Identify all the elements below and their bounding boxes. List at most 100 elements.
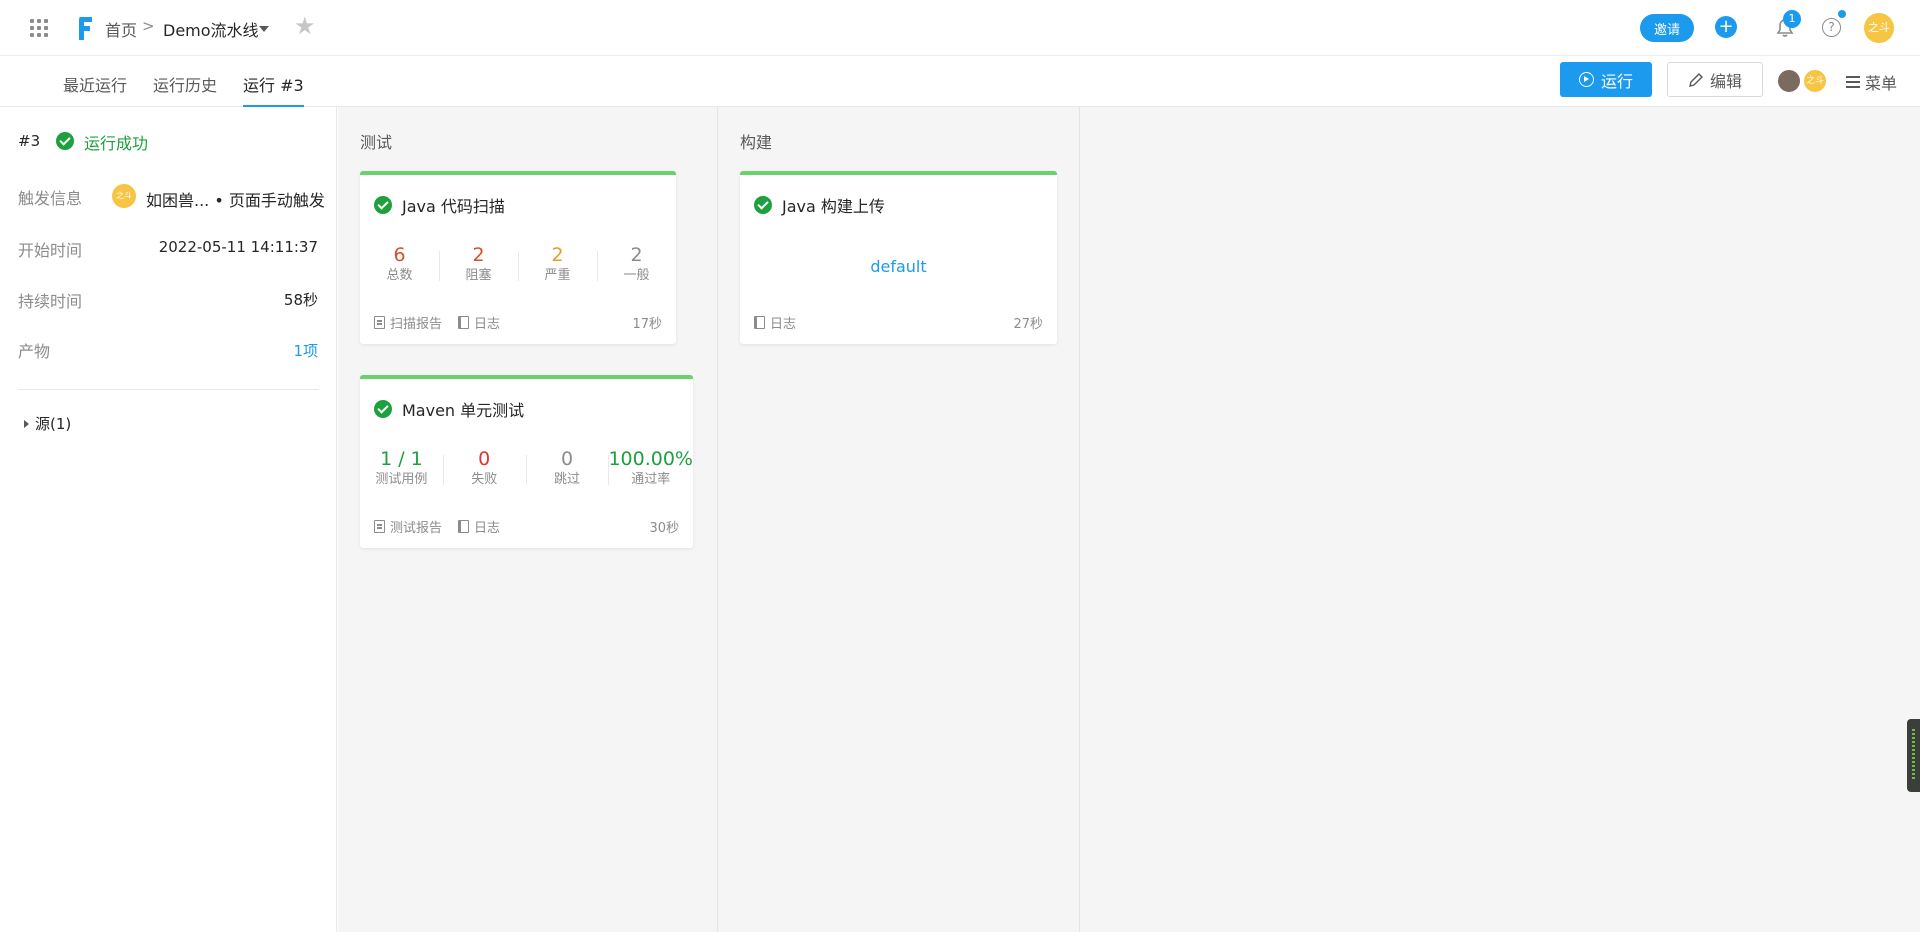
scan-report-label: 扫描报告 bbox=[390, 317, 443, 332]
metric-value: 2 bbox=[630, 244, 643, 266]
check-circle-icon bbox=[754, 196, 772, 214]
metric-label: 测试用例 bbox=[375, 472, 428, 487]
log-icon bbox=[458, 316, 470, 329]
trigger-label: 触发信息 bbox=[18, 189, 83, 208]
stage-build: 构建 Java 构建上传 default 日志 27秒 bbox=[718, 107, 1080, 932]
check-circle-icon bbox=[374, 400, 392, 418]
log-link[interactable]: 日志 bbox=[754, 313, 796, 332]
metric-row: 6 总数 2 阻塞 2 严重 2 一般 bbox=[360, 243, 676, 285]
metric-skipped[interactable]: 0 跳过 bbox=[525, 447, 609, 489]
add-button[interactable]: + bbox=[1715, 16, 1737, 38]
run-number: #3 bbox=[18, 132, 41, 150]
run-info-panel: #3 运行成功 触发信息 之斗 如困兽... • 页面手动触发 开始时间 202… bbox=[0, 107, 337, 932]
tab-recent-runs[interactable]: 最近运行 bbox=[63, 72, 127, 107]
tab-run-history[interactable]: 运行历史 bbox=[153, 72, 217, 107]
job-footer: 测试报告 日志 30秒 bbox=[374, 517, 679, 536]
edit-button[interactable]: 编辑 bbox=[1667, 62, 1763, 97]
metric-total[interactable]: 6 总数 bbox=[360, 243, 439, 285]
scan-report-link[interactable]: 扫描报告 bbox=[374, 313, 442, 332]
log-icon bbox=[458, 520, 470, 533]
pipeline-name[interactable]: Demo流水线 bbox=[163, 17, 259, 41]
artifact-label: 产物 bbox=[18, 342, 51, 361]
metric-label: 通过率 bbox=[631, 472, 671, 487]
side-panel-handle[interactable] bbox=[1907, 719, 1920, 792]
test-report-link[interactable]: 测试报告 bbox=[374, 517, 442, 536]
metric-value: 0 bbox=[478, 448, 491, 470]
stage-title: 测试 bbox=[360, 133, 393, 152]
menu-button-label: 菜单 bbox=[1865, 74, 1898, 93]
log-label: 日志 bbox=[770, 317, 797, 332]
top-bar: 首页 > Demo流水线 ★ 邀请 + 1 ? 之斗 bbox=[0, 0, 1920, 56]
metric-label: 阻塞 bbox=[465, 268, 492, 283]
duration-value: 58秒 bbox=[283, 291, 318, 309]
metric-label: 失败 bbox=[471, 472, 498, 487]
breadcrumb-separator: > bbox=[142, 17, 155, 35]
job-header: Maven 单元测试 bbox=[374, 397, 524, 421]
metric-value: 6 bbox=[393, 244, 406, 266]
pencil-icon bbox=[1689, 72, 1703, 87]
breadcrumb-home[interactable]: 首页 bbox=[105, 17, 137, 41]
metric-pass-rate[interactable]: 100.00% 通过率 bbox=[608, 447, 693, 489]
menu-button[interactable]: 菜单 bbox=[1846, 70, 1897, 94]
apps-grid-icon[interactable] bbox=[30, 19, 48, 37]
avatar[interactable]: 之斗 bbox=[1864, 13, 1894, 43]
chevron-down-icon[interactable] bbox=[259, 26, 269, 32]
check-circle-icon bbox=[56, 132, 74, 150]
tab-current-run[interactable]: 运行 #3 bbox=[243, 72, 304, 107]
metric-value: 100.00% bbox=[608, 448, 693, 470]
source-label: 源(1) bbox=[35, 415, 72, 433]
job-duration: 17秒 bbox=[632, 317, 662, 332]
metric-test-cases[interactable]: 1 / 1 测试用例 bbox=[360, 447, 443, 489]
stages-area: 测试 Java 代码扫描 6 总数 2 阻塞 2 严重 2 一般 扫描报告 日志… bbox=[338, 107, 1920, 932]
metric-blocker[interactable]: 2 阻塞 bbox=[439, 243, 518, 285]
member-avatar[interactable] bbox=[1776, 68, 1802, 94]
log-link[interactable]: 日志 bbox=[458, 517, 500, 536]
check-circle-icon bbox=[374, 196, 392, 214]
job-name[interactable]: Maven 单元测试 bbox=[402, 397, 524, 421]
report-icon bbox=[374, 316, 385, 329]
metric-critical[interactable]: 2 严重 bbox=[518, 243, 597, 285]
metric-normal[interactable]: 2 一般 bbox=[597, 243, 676, 285]
logo-icon[interactable] bbox=[74, 14, 94, 42]
invite-button[interactable]: 邀请 bbox=[1640, 14, 1694, 42]
avatar: 之斗 bbox=[112, 184, 136, 208]
stage-test: 测试 Java 代码扫描 6 总数 2 阻塞 2 严重 2 一般 扫描报告 日志… bbox=[338, 107, 718, 932]
start-time-value: 2022-05-11 14:11:37 bbox=[158, 238, 318, 256]
member-avatar[interactable]: 之斗 bbox=[1802, 68, 1828, 94]
job-header: Java 构建上传 bbox=[754, 193, 885, 217]
log-link[interactable]: 日志 bbox=[458, 313, 500, 332]
job-name[interactable]: Java 构建上传 bbox=[782, 193, 885, 217]
artifact-default-link[interactable]: default bbox=[740, 257, 1057, 276]
job-card-maven-test[interactable]: Maven 单元测试 1 / 1 测试用例 0 失败 0 跳过 100.00% … bbox=[360, 375, 693, 548]
report-icon bbox=[374, 520, 385, 533]
metric-value: 0 bbox=[560, 448, 574, 470]
start-time-label: 开始时间 bbox=[18, 241, 83, 260]
test-report-label: 测试报告 bbox=[390, 521, 443, 536]
star-icon[interactable]: ★ bbox=[294, 14, 316, 38]
metric-label: 一般 bbox=[623, 268, 650, 283]
metric-failed[interactable]: 0 失败 bbox=[442, 447, 526, 489]
source-toggle[interactable]: 源(1) bbox=[24, 413, 71, 434]
divider bbox=[18, 389, 319, 390]
job-card-java-build[interactable]: Java 构建上传 default 日志 27秒 bbox=[740, 171, 1057, 344]
job-duration: 27秒 bbox=[1013, 317, 1043, 332]
log-label: 日志 bbox=[474, 317, 501, 332]
job-card-java-scan[interactable]: Java 代码扫描 6 总数 2 阻塞 2 严重 2 一般 扫描报告 日志 17… bbox=[360, 171, 676, 344]
job-footer: 扫描报告 日志 17秒 bbox=[374, 313, 662, 332]
log-icon bbox=[754, 316, 765, 329]
artifact-link[interactable]: 1项 bbox=[293, 340, 318, 361]
duration-label: 持续时间 bbox=[18, 292, 83, 311]
trigger-value: 如困兽... • 页面手动触发 bbox=[146, 191, 325, 210]
job-name[interactable]: Java 代码扫描 bbox=[402, 193, 505, 217]
menu-icon bbox=[1846, 76, 1860, 88]
job-duration: 30秒 bbox=[649, 521, 679, 536]
metric-value: 2 bbox=[472, 244, 485, 266]
metric-value: 1 / 1 bbox=[380, 448, 423, 470]
run-button[interactable]: 运行 bbox=[1560, 62, 1652, 97]
metric-label: 跳过 bbox=[554, 472, 581, 487]
metric-row: 1 / 1 测试用例 0 失败 0 跳过 100.00% 通过率 bbox=[360, 447, 693, 489]
user-status-dot bbox=[1838, 10, 1846, 18]
help-icon[interactable]: ? bbox=[1822, 18, 1841, 37]
caret-right-icon bbox=[24, 419, 29, 428]
edit-button-label: 编辑 bbox=[1709, 71, 1742, 91]
